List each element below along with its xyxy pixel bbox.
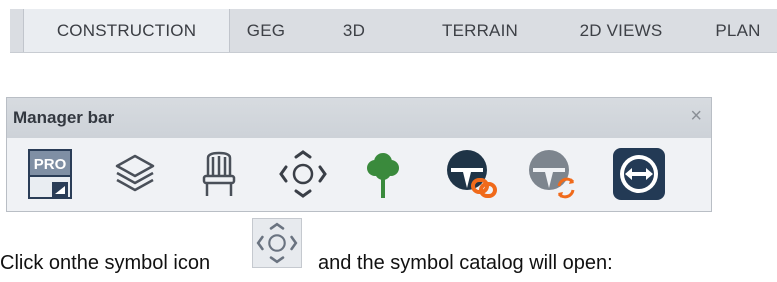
tab-geg[interactable]: GEG: [236, 9, 296, 52]
symbol-icon-inline: [252, 218, 302, 268]
chair-icon[interactable]: [191, 146, 247, 202]
tab-terrain[interactable]: TERRAIN: [430, 9, 530, 52]
tree-icon[interactable]: [355, 146, 411, 202]
teamviewer-link-icon[interactable]: [443, 146, 499, 202]
tab-plan[interactable]: PLAN: [708, 9, 768, 52]
ribbon-tab-bar: CONSTRUCTION GEG 3D TERRAIN 2D VIEWS PLA…: [10, 9, 777, 53]
manager-bar-panel: Manager bar × PRO: [6, 97, 712, 212]
pro-label: PRO: [34, 156, 67, 173]
tab-construction[interactable]: CONSTRUCTION: [23, 9, 230, 52]
symbol-catalog-icon[interactable]: [275, 146, 331, 202]
pro-icon[interactable]: PRO: [23, 146, 79, 202]
teamviewer-sync-icon[interactable]: [525, 146, 581, 202]
manager-bar-header: Manager bar ×: [7, 98, 711, 139]
instruction-text-before: Click onthe symbol icon: [0, 252, 211, 274]
manager-bar-toolbar: PRO: [7, 138, 711, 211]
manager-bar-title: Manager bar: [13, 108, 115, 127]
layers-icon[interactable]: [107, 146, 163, 202]
instruction-text-after: and the symbol catalog will open:: [318, 252, 613, 274]
close-icon[interactable]: ×: [690, 106, 702, 126]
tab-3d[interactable]: 3D: [332, 9, 376, 52]
tab-2d-views[interactable]: 2D VIEWS: [563, 9, 679, 52]
remote-arrow-icon[interactable]: [611, 146, 667, 202]
